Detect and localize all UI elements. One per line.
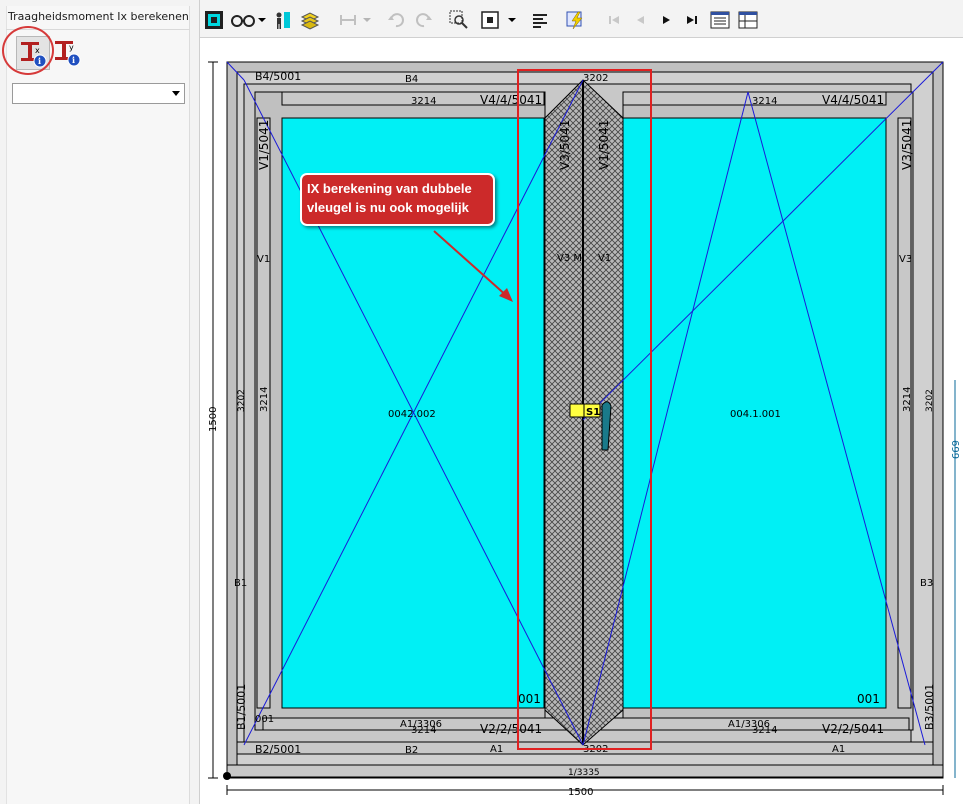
view-dropdown-icon[interactable] <box>508 18 516 22</box>
align-button[interactable] <box>530 10 550 30</box>
grid-icon <box>738 11 758 29</box>
redo-disabled-button[interactable] <box>414 10 434 30</box>
frame-button[interactable] <box>204 10 224 30</box>
svg-text:y: y <box>69 43 74 52</box>
profile-select[interactable] <box>12 83 185 104</box>
right-frame-short: V3 <box>899 254 912 265</box>
iy-calc-button[interactable]: y i <box>51 36 85 70</box>
zoom-select-icon <box>449 10 468 29</box>
bottom-b2-short: B2 <box>405 745 418 756</box>
view-box-icon <box>481 11 499 29</box>
skip-first-disabled-button[interactable] <box>604 10 624 30</box>
prev-disabled-button[interactable] <box>630 10 650 30</box>
bottom-v2-left: V2/2/5041 <box>480 722 542 736</box>
mullion-right-short: V1 <box>598 253 611 264</box>
right-outer-code: 3202 <box>925 389 935 412</box>
table-button[interactable] <box>710 10 730 30</box>
right-b3-code: B3/5001 <box>923 684 936 730</box>
grid-button[interactable] <box>738 10 758 30</box>
left-outer-code: 3202 <box>237 389 247 412</box>
bottom-a1: A1 <box>490 744 503 755</box>
handle-label: S1 <box>586 407 600 418</box>
info-callout: IX berekening van dubbele vleugel is nu … <box>300 173 495 226</box>
first-disabled-button[interactable] <box>338 10 358 30</box>
top-sash-right-code: 3214 <box>752 96 777 107</box>
window-drawing: B4/5001 B4 3214 V4/4/5041 3214 V4/4/5041… <box>208 61 960 798</box>
callout-text: IX berekening van dubbele vleugel is nu … <box>307 181 472 215</box>
bottom-code-right: 3214 <box>752 725 777 736</box>
right-dimension: 699 <box>949 440 960 459</box>
person-button[interactable] <box>272 10 292 30</box>
left-glass-code: 0042.002 <box>388 409 436 420</box>
center-top-code: 3202 <box>583 73 608 84</box>
height-dimension: 1500 <box>208 407 219 432</box>
top-sash-left: V4/4/5041 <box>480 93 542 107</box>
skip-first-disabled-icon <box>609 16 619 24</box>
mullion-left-code: V3/5041 <box>558 120 572 170</box>
undo-disabled-icon <box>388 13 404 28</box>
origin-dot <box>223 772 231 780</box>
svg-text:i: i <box>72 55 75 65</box>
handle-box <box>569 403 585 418</box>
person-icon <box>276 12 290 29</box>
right-glass-code: 004.1.001 <box>730 409 781 420</box>
iy-calc-icon: y i <box>55 41 81 67</box>
width-dimension: 1500 <box>568 787 593 798</box>
bottom-v2-right: V2/2/5041 <box>822 722 884 736</box>
left-b1-code: B1/5001 <box>235 684 248 730</box>
left-stile <box>256 117 271 709</box>
left-frame-short: V1 <box>257 254 270 265</box>
left-bottom-num: 001 <box>255 714 274 725</box>
skip-last-icon <box>687 16 697 24</box>
frame-icon <box>205 11 223 29</box>
layers-button[interactable] <box>300 10 320 30</box>
lightning-button[interactable] <box>566 10 586 30</box>
left-b1: B1 <box>234 578 247 589</box>
prev-disabled-icon <box>637 16 644 24</box>
panel-title: Traagheidsmoment Ix berekenen <box>8 10 189 23</box>
play-button[interactable] <box>656 10 676 30</box>
lightning-icon <box>566 11 583 30</box>
drawing-canvas[interactable]: B4/5001 B4 3214 V4/4/5041 3214 V4/4/5041… <box>201 38 963 804</box>
panel-body <box>6 6 190 804</box>
bottom-a1-r: A1 <box>832 744 845 755</box>
undo-disabled-button[interactable] <box>386 10 406 30</box>
skip-last-button[interactable] <box>682 10 702 30</box>
right-b3: B3 <box>920 578 933 589</box>
table-icon <box>710 11 730 29</box>
play-icon <box>663 16 670 24</box>
right-stile <box>897 117 912 709</box>
glasses-dropdown-icon[interactable] <box>258 18 266 22</box>
mullion-left-num: 001 <box>518 692 541 706</box>
properties-panel: Traagheidsmoment Ix berekenen x i y i <box>0 0 200 804</box>
left-frame-code: V1/5041 <box>257 120 271 170</box>
zoom-select-button[interactable] <box>449 10 469 30</box>
chevron-down-icon[interactable] <box>172 91 180 96</box>
right-stile-code: 3214 <box>902 387 913 412</box>
toolbar <box>200 0 963 38</box>
top-frame-short: B4 <box>405 74 418 85</box>
bottom-b2-code: B2/5001 <box>255 743 301 756</box>
top-frame-code: B4/5001 <box>255 70 301 83</box>
glasses-button[interactable] <box>230 10 258 30</box>
mullion-right-code: V1/5041 <box>597 120 611 170</box>
top-sash-left-code: 3214 <box>411 96 436 107</box>
mullion-left-short: V3 M <box>557 253 582 264</box>
left-stile-code: 3214 <box>259 387 270 412</box>
sill-code: 1/3335 <box>568 768 600 778</box>
top-sash-right: V4/4/5041 <box>822 93 884 107</box>
first-disabled-icon <box>340 15 356 25</box>
view-box-button[interactable] <box>480 10 500 30</box>
redo-disabled-icon <box>416 13 432 28</box>
dropdown-disabled-icon[interactable] <box>363 18 371 22</box>
highlight-circle <box>2 26 54 75</box>
bottom-code-left: 3214 <box>411 725 436 736</box>
right-bottom-num: 001 <box>857 692 880 706</box>
right-frame-code: V3/5041 <box>900 120 914 170</box>
layers-icon <box>300 12 320 30</box>
glasses-icon <box>231 15 255 27</box>
align-icon <box>533 14 547 28</box>
